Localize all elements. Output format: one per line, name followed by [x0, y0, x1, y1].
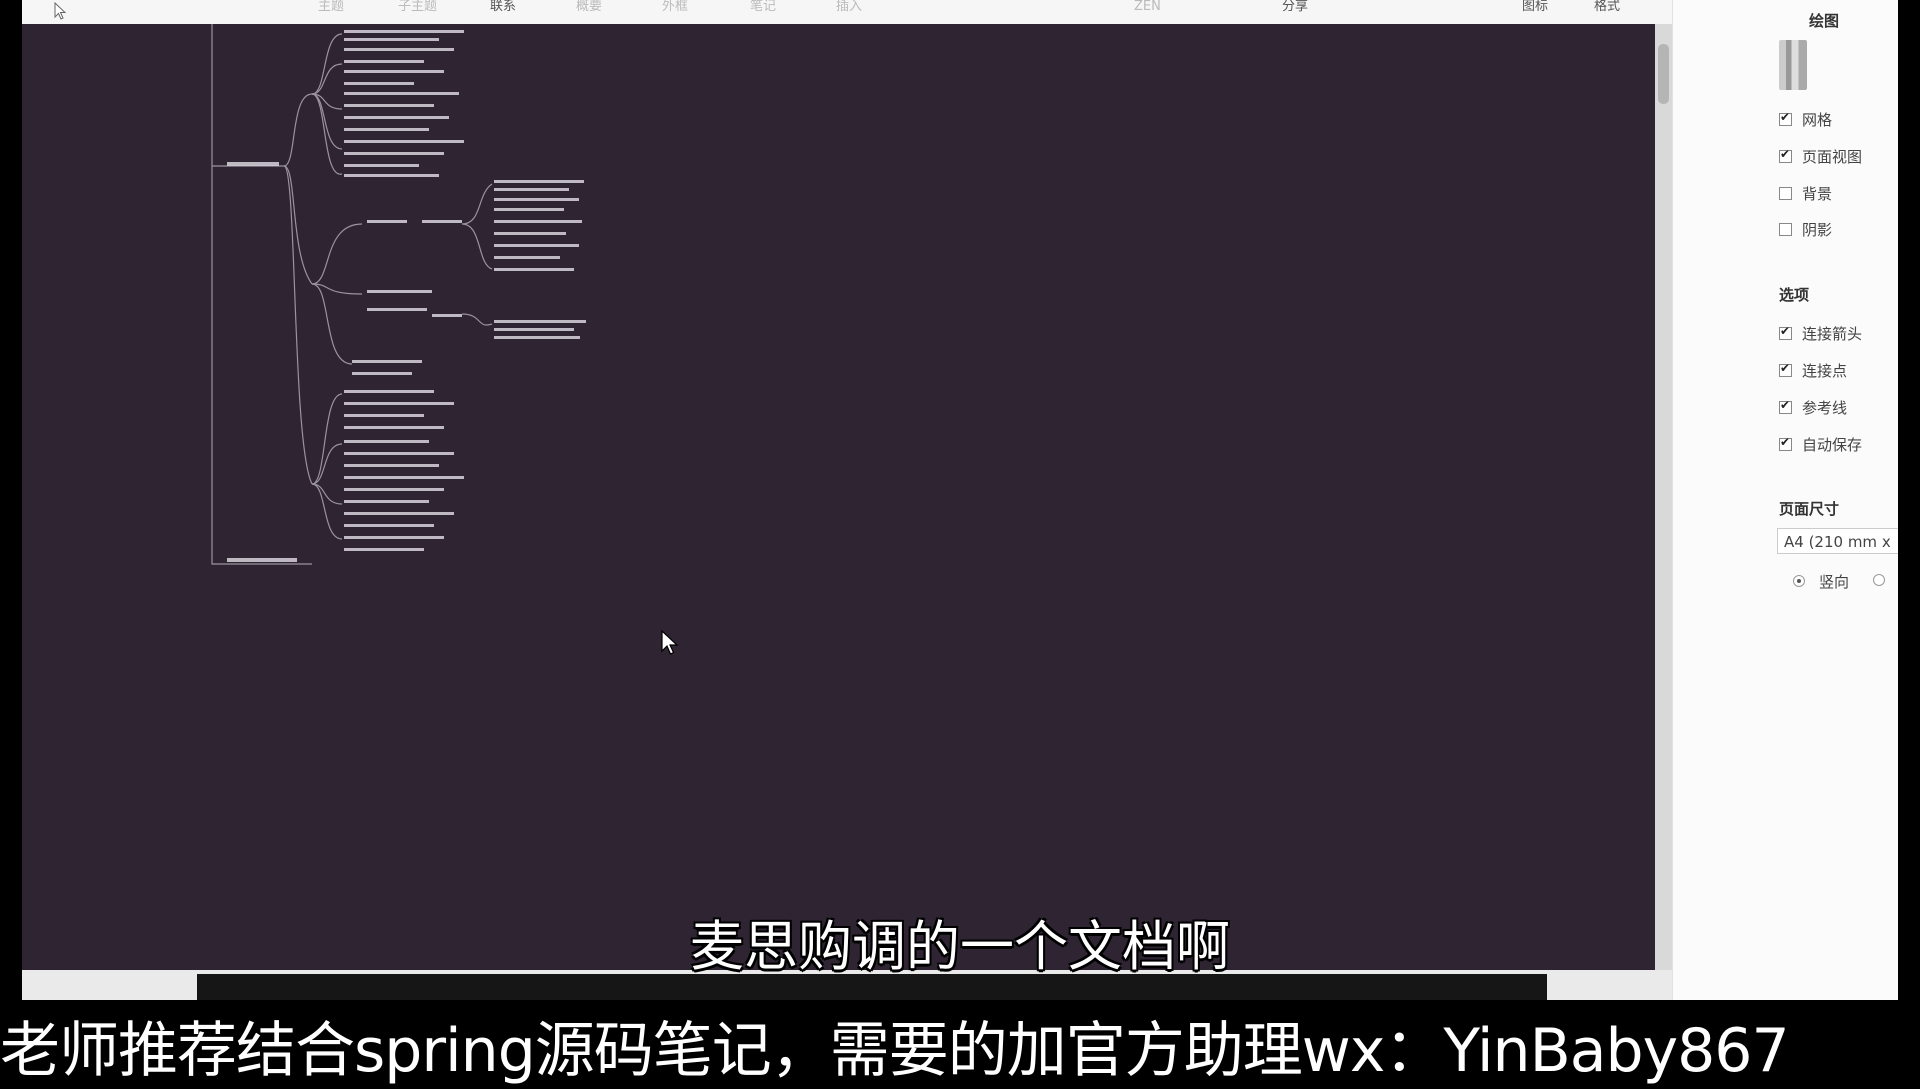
shadow-label: 阴影: [1802, 220, 1833, 239]
page-size-title: 页面尺寸: [1779, 500, 1840, 518]
orientation-portrait[interactable]: 竖向: [1793, 570, 1849, 592]
option-guides[interactable]: 参考线: [1779, 396, 1847, 418]
grid-checkbox[interactable]: [1779, 110, 1792, 126]
toolbar-topic[interactable]: 主题: [318, 0, 344, 14]
guides-label: 参考线: [1802, 398, 1848, 417]
option-connection-arrows[interactable]: 连接箭头: [1779, 322, 1862, 344]
mindmap-diagram: [211, 24, 586, 565]
page-size-select[interactable]: A4 (210 mm x: [1777, 528, 1899, 554]
background-checkbox[interactable]: [1779, 186, 1792, 200]
page-view-label: 页面视图: [1802, 147, 1863, 166]
toolbar-summary[interactable]: 概要: [576, 0, 602, 14]
top-toolbar: 主题 子主题 联系 概要 外框 笔记 插入 ZEN 分享 图标 格式: [22, 0, 1672, 25]
mouse-cursor-icon: [661, 629, 679, 655]
option-page-view[interactable]: 页面视图: [1779, 145, 1862, 167]
toolbar-icons[interactable]: 图标: [1522, 0, 1548, 14]
option-background[interactable]: 背景: [1779, 182, 1832, 204]
promo-text: 老师推荐结合spring源码笔记，需要的加官方助理wx：YinBaby867: [0, 1016, 1790, 1086]
page-view-checkbox[interactable]: [1779, 147, 1792, 163]
vertical-scrollbar-thumb[interactable]: [1658, 44, 1669, 104]
vertical-scrollbar[interactable]: [1655, 24, 1672, 970]
portrait-radio[interactable]: [1793, 575, 1805, 587]
option-autosave[interactable]: 自动保存: [1779, 433, 1862, 455]
toolbar-subtopic[interactable]: 子主题: [398, 0, 437, 14]
grid-label: 网格: [1802, 110, 1833, 129]
autosave-label: 自动保存: [1802, 435, 1863, 454]
toolbar-boundary[interactable]: 外框: [662, 0, 688, 14]
toolbar-format[interactable]: 格式: [1594, 0, 1620, 14]
connection-arrows-label: 连接箭头: [1802, 324, 1863, 343]
connection-points-label: 连接点: [1802, 361, 1848, 380]
toolbar-notes[interactable]: 笔记: [750, 0, 776, 14]
portrait-label: 竖向: [1819, 572, 1850, 591]
option-grid[interactable]: 网格: [1779, 108, 1832, 130]
toolbar-share[interactable]: 分享: [1282, 0, 1308, 14]
toolbar-relationship[interactable]: 联系: [490, 0, 516, 14]
landscape-radio[interactable]: [1873, 574, 1885, 586]
guides-checkbox[interactable]: [1779, 398, 1792, 414]
drawing-style-preview[interactable]: [1779, 40, 1807, 90]
mindmap-canvas[interactable]: [22, 24, 1655, 970]
shadow-checkbox[interactable]: [1779, 222, 1792, 236]
connection-points-checkbox[interactable]: [1779, 361, 1792, 377]
background-label: 背景: [1802, 184, 1833, 203]
connection-arrows-checkbox[interactable]: [1779, 324, 1792, 340]
format-panel: 绘图 网格 页面视图 背景 阴影 选项 连接箭头 连接点 参考线 自动保存 页面…: [1672, 0, 1899, 1000]
toolbar-zen[interactable]: ZEN: [1134, 0, 1161, 14]
autosave-checkbox[interactable]: [1779, 435, 1792, 451]
option-connection-points[interactable]: 连接点: [1779, 359, 1847, 381]
options-title: 选项: [1779, 286, 1810, 304]
option-shadow[interactable]: 阴影: [1779, 218, 1832, 240]
drawing-title: 绘图: [1809, 12, 1840, 30]
video-subtitle: 麦思购调的一个文档啊: [690, 915, 1230, 978]
arrow-pointer-icon: [54, 2, 67, 20]
toolbar-insert[interactable]: 插入: [836, 0, 862, 14]
